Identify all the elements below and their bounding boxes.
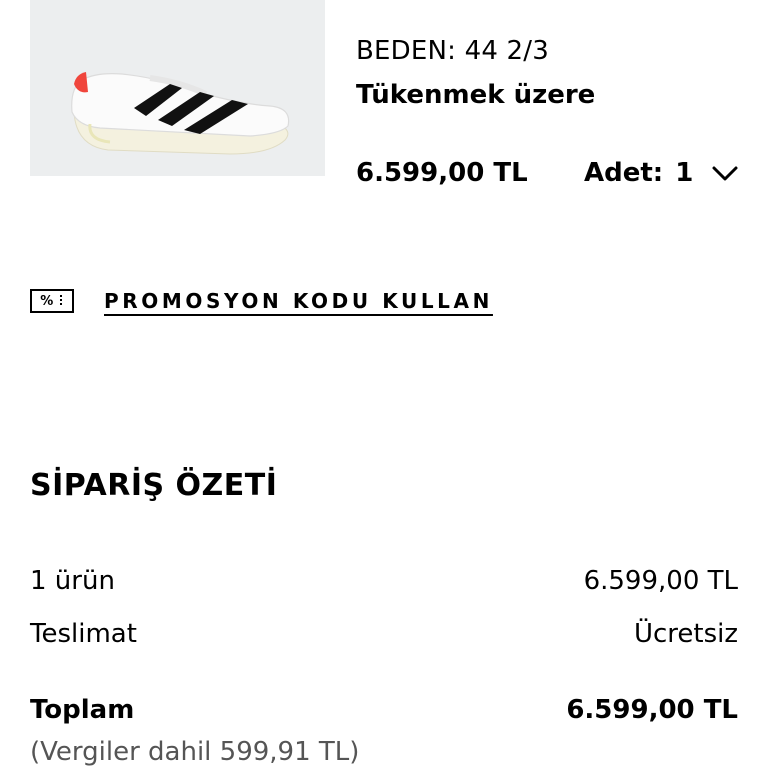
promo-code-label[interactable]: PROMOSYON KODU KULLAN (104, 289, 493, 313)
total-value: 6.599,00 TL (566, 695, 738, 725)
size-value: 44 2/3 (464, 36, 549, 66)
promo-code-link[interactable]: % PROMOSYON KODU KULLAN (30, 289, 493, 313)
delivery-label: Teslimat (30, 619, 137, 649)
delivery-value: Ücretsiz (633, 619, 738, 649)
size-line: BEDEN: 44 2/3 (356, 36, 549, 66)
running-shoe-image (71, 72, 290, 155)
tax-note: (Vergiler dahil 599,91 TL) (30, 737, 360, 767)
items-value: 6.599,00 TL (583, 566, 738, 596)
quantity-label: Adet: (584, 158, 664, 188)
size-label: BEDEN: (356, 36, 457, 66)
stock-status: Tükenmek üzere (356, 80, 596, 110)
order-summary-title: SİPARİŞ ÖZETİ (30, 468, 278, 503)
chevron-down-icon (711, 164, 739, 186)
total-label: Toplam (30, 695, 135, 725)
quantity-selector[interactable]: Adet: 1 (584, 158, 739, 188)
items-label: 1 ürün (30, 566, 115, 596)
product-image[interactable] (30, 0, 325, 176)
percent-tag-text: % (40, 293, 54, 309)
summary-items-row: 1 ürün 6.599,00 TL (30, 566, 738, 596)
quantity-value: 1 (675, 158, 694, 188)
product-price: 6.599,00 TL (356, 158, 528, 188)
summary-total-row: Toplam 6.599,00 TL (30, 695, 738, 725)
summary-delivery-row: Teslimat Ücretsiz (30, 619, 738, 649)
percent-tag-icon: % (30, 289, 74, 313)
